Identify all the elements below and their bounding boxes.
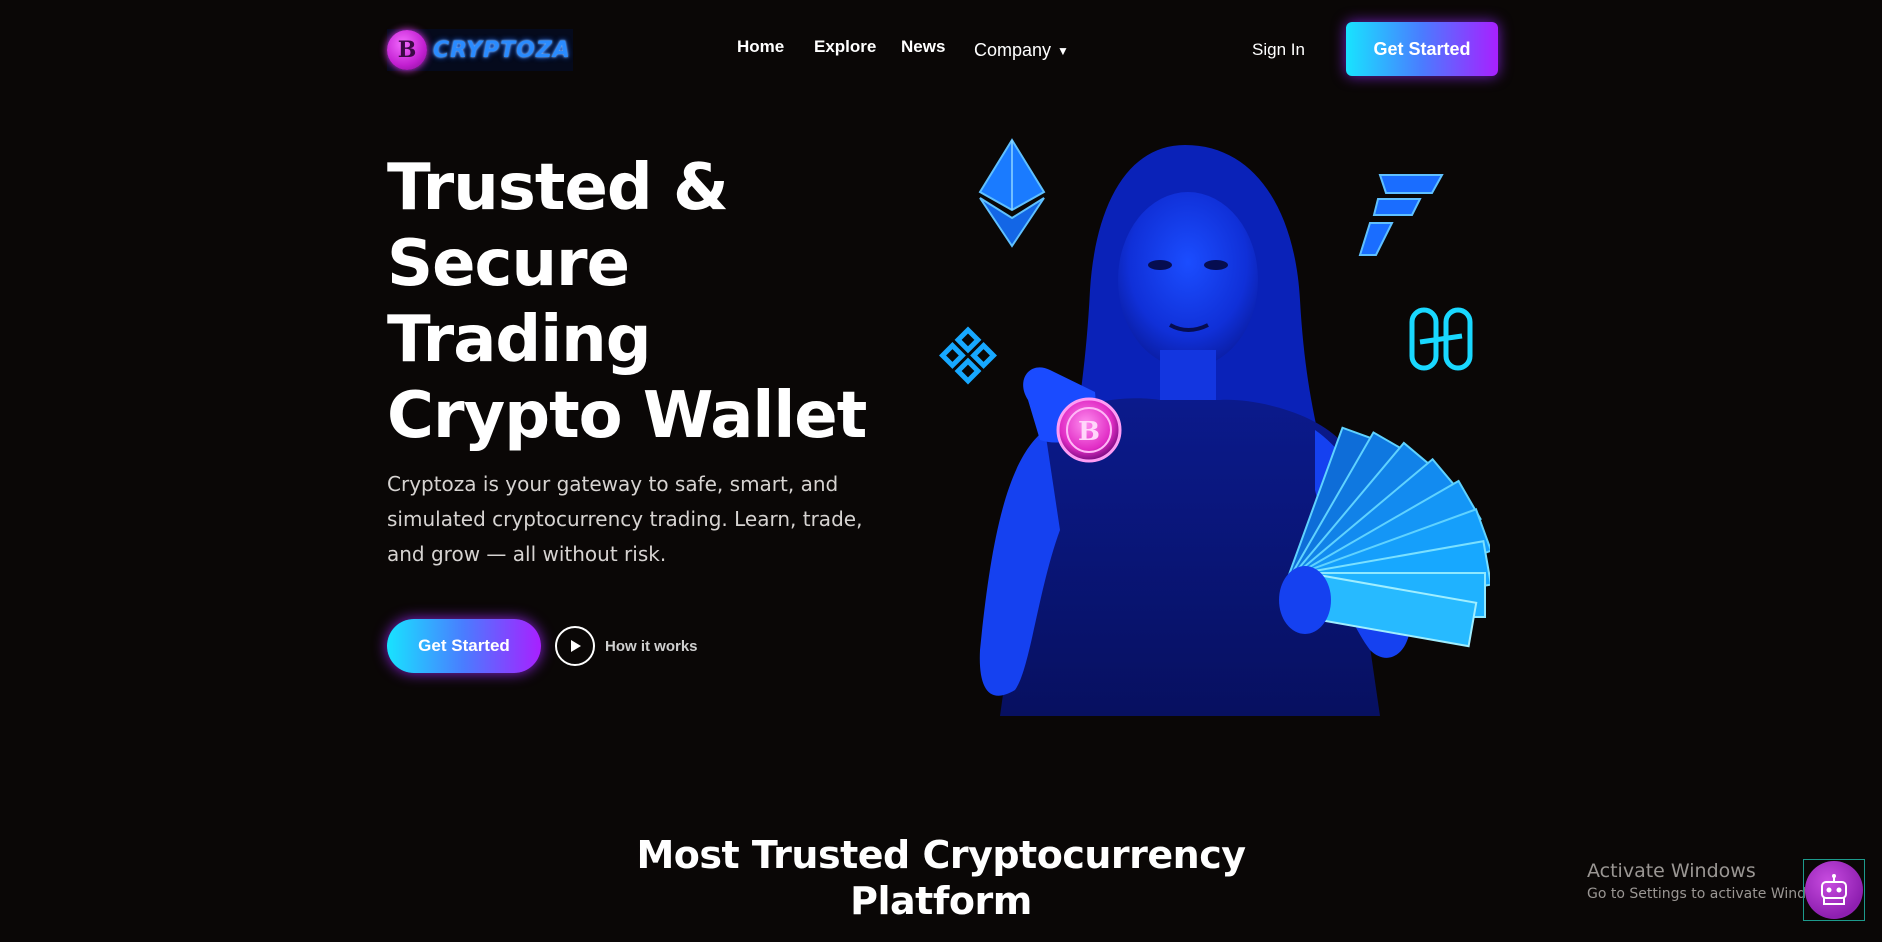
- ftx-icon: [1358, 174, 1444, 256]
- sign-in-link[interactable]: Sign In: [1252, 40, 1305, 60]
- nav-link-news[interactable]: News: [901, 37, 945, 57]
- play-icon: [555, 626, 595, 666]
- harmony-icon: [1409, 307, 1473, 371]
- hero-title-line: Trusted &: [387, 151, 729, 225]
- hero-illustration: B: [939, 138, 1490, 716]
- nav-link-explore[interactable]: Explore: [814, 37, 876, 57]
- how-it-works-link[interactable]: How it works: [555, 626, 698, 666]
- ethereum-icon: [978, 138, 1046, 248]
- bitcoin-coin-icon: B: [1056, 397, 1122, 463]
- brand-name: CRYPTOZA: [433, 37, 571, 63]
- header-get-started-button[interactable]: Get Started: [1346, 22, 1498, 76]
- hero-title-line: Trading: [387, 303, 652, 377]
- nav-company-dropdown[interactable]: Company ▼: [974, 40, 1069, 61]
- section-title: Most Trusted Cryptocurrency Platform: [591, 832, 1291, 924]
- watermark-line-1: Activate Windows: [1587, 860, 1756, 882]
- section-title-line: Most Trusted Cryptocurrency: [636, 833, 1246, 877]
- caret-down-icon: ▼: [1057, 43, 1069, 58]
- section-title-line: Platform: [850, 879, 1032, 923]
- hero-title-line: Crypto Wallet: [387, 379, 867, 453]
- how-it-works-label: How it works: [605, 637, 698, 655]
- page: B CRYPTOZA Home Explore News Company ▼ S…: [0, 0, 1882, 942]
- svg-text:B: B: [1078, 417, 1100, 447]
- brand-logo[interactable]: B CRYPTOZA: [387, 29, 573, 71]
- robot-icon: [1805, 861, 1863, 919]
- nav-company-label: Company: [974, 40, 1052, 60]
- hero-title-line: Secure: [387, 227, 630, 301]
- hero-get-started-button[interactable]: Get Started: [387, 619, 541, 673]
- windows-activation-watermark: Activate Windows Go to Settings to activ…: [1587, 860, 1838, 902]
- binance-icon: [939, 326, 997, 385]
- hero-title: Trusted & Secure Trading Crypto Wallet: [387, 150, 907, 454]
- bitcoin-coin-icon: B: [387, 30, 427, 70]
- hero-description: Cryptoza is your gateway to safe, smart,…: [387, 472, 863, 566]
- chatbot-button[interactable]: [1803, 859, 1865, 921]
- nav-link-home[interactable]: Home: [737, 37, 784, 57]
- watermark-line-2: Go to Settings to activate Windows.: [1587, 886, 1838, 902]
